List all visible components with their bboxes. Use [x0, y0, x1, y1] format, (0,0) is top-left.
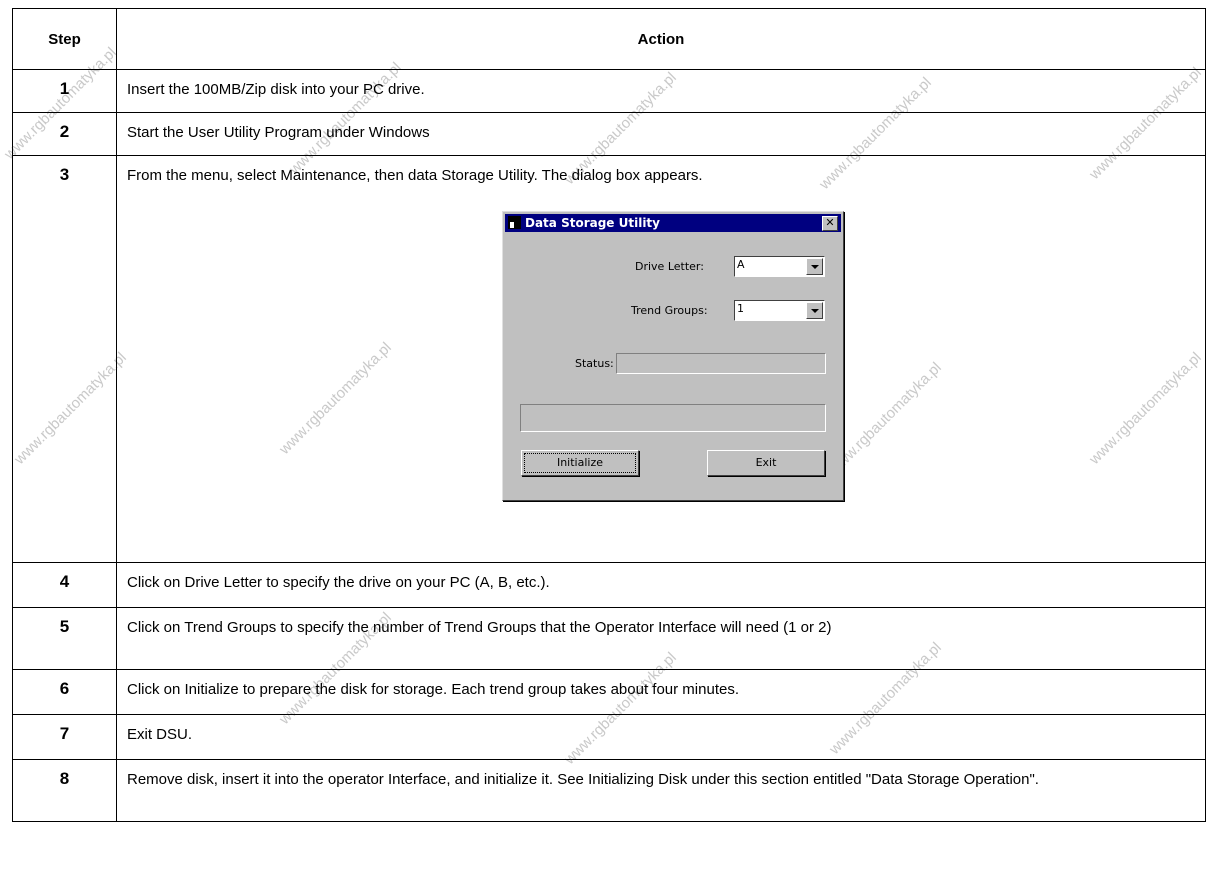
trend-groups-value: 1 [737, 302, 744, 315]
initialize-button[interactable]: Initialize [521, 450, 639, 476]
step-number: 2 [12, 112, 117, 156]
step-action: Click on Trend Groups to specify the num… [116, 607, 1206, 670]
exit-button[interactable]: Exit [707, 450, 825, 476]
data-storage-utility-dialog: Data Storage Utility ✕ Drive Letter: A T… [502, 211, 844, 501]
drive-letter-value: A [737, 258, 745, 271]
step-number: 5 [12, 607, 117, 670]
table-row: 4 Click on Drive Letter to specify the d… [12, 562, 1206, 608]
close-icon[interactable]: ✕ [822, 216, 838, 231]
table-row: 6 Click on Initialize to prepare the dis… [12, 669, 1206, 715]
step-number: 4 [12, 562, 117, 608]
progress-bar [520, 404, 826, 432]
chevron-down-icon[interactable] [806, 302, 823, 319]
table-row: 5 Click on Trend Groups to specify the n… [12, 607, 1206, 670]
table-row: 1 Insert the 100MB/Zip disk into your PC… [12, 69, 1206, 113]
trend-groups-select[interactable]: 1 [734, 300, 825, 321]
table-row: 7 Exit DSU. [12, 714, 1206, 760]
status-field [616, 353, 826, 374]
dialog-title: Data Storage Utility [525, 216, 660, 230]
step-action: Start the User Utility Program under Win… [116, 112, 1206, 156]
step-action: Click on Drive Letter to specify the dri… [116, 562, 1206, 608]
procedure-table: Step Action 1 Insert the 100MB/Zip disk … [12, 8, 1206, 822]
table-header-row: Step Action [12, 8, 1206, 70]
status-label: Status: [575, 357, 614, 370]
table-row: 3 From the menu, select Maintenance, the… [12, 155, 1206, 563]
step-number: 7 [12, 714, 117, 760]
step-number: 3 [12, 155, 117, 563]
trend-groups-label: Trend Groups: [631, 304, 708, 317]
step-action: Insert the 100MB/Zip disk into your PC d… [116, 69, 1206, 113]
step-number: 8 [12, 759, 117, 822]
drive-letter-label: Drive Letter: [635, 260, 704, 273]
step-action-text: From the menu, select Maintenance, then … [127, 167, 703, 184]
dialog-title-bar[interactable]: Data Storage Utility ✕ [505, 214, 841, 232]
step-action: Exit DSU. [116, 714, 1206, 760]
step-number: 6 [12, 669, 117, 715]
step-number: 1 [12, 69, 117, 113]
drive-letter-select[interactable]: A [734, 256, 825, 277]
table-row: 2 Start the User Utility Program under W… [12, 112, 1206, 156]
step-action: Remove disk, insert it into the operator… [116, 759, 1206, 822]
column-header-step: Step [12, 8, 117, 70]
app-icon [508, 216, 521, 229]
table-row: 8 Remove disk, insert it into the operat… [12, 759, 1206, 822]
column-header-action: Action [116, 8, 1206, 70]
chevron-down-icon[interactable] [806, 258, 823, 275]
step-action: Click on Initialize to prepare the disk … [116, 669, 1206, 715]
step-action: From the menu, select Maintenance, then … [116, 155, 1206, 563]
